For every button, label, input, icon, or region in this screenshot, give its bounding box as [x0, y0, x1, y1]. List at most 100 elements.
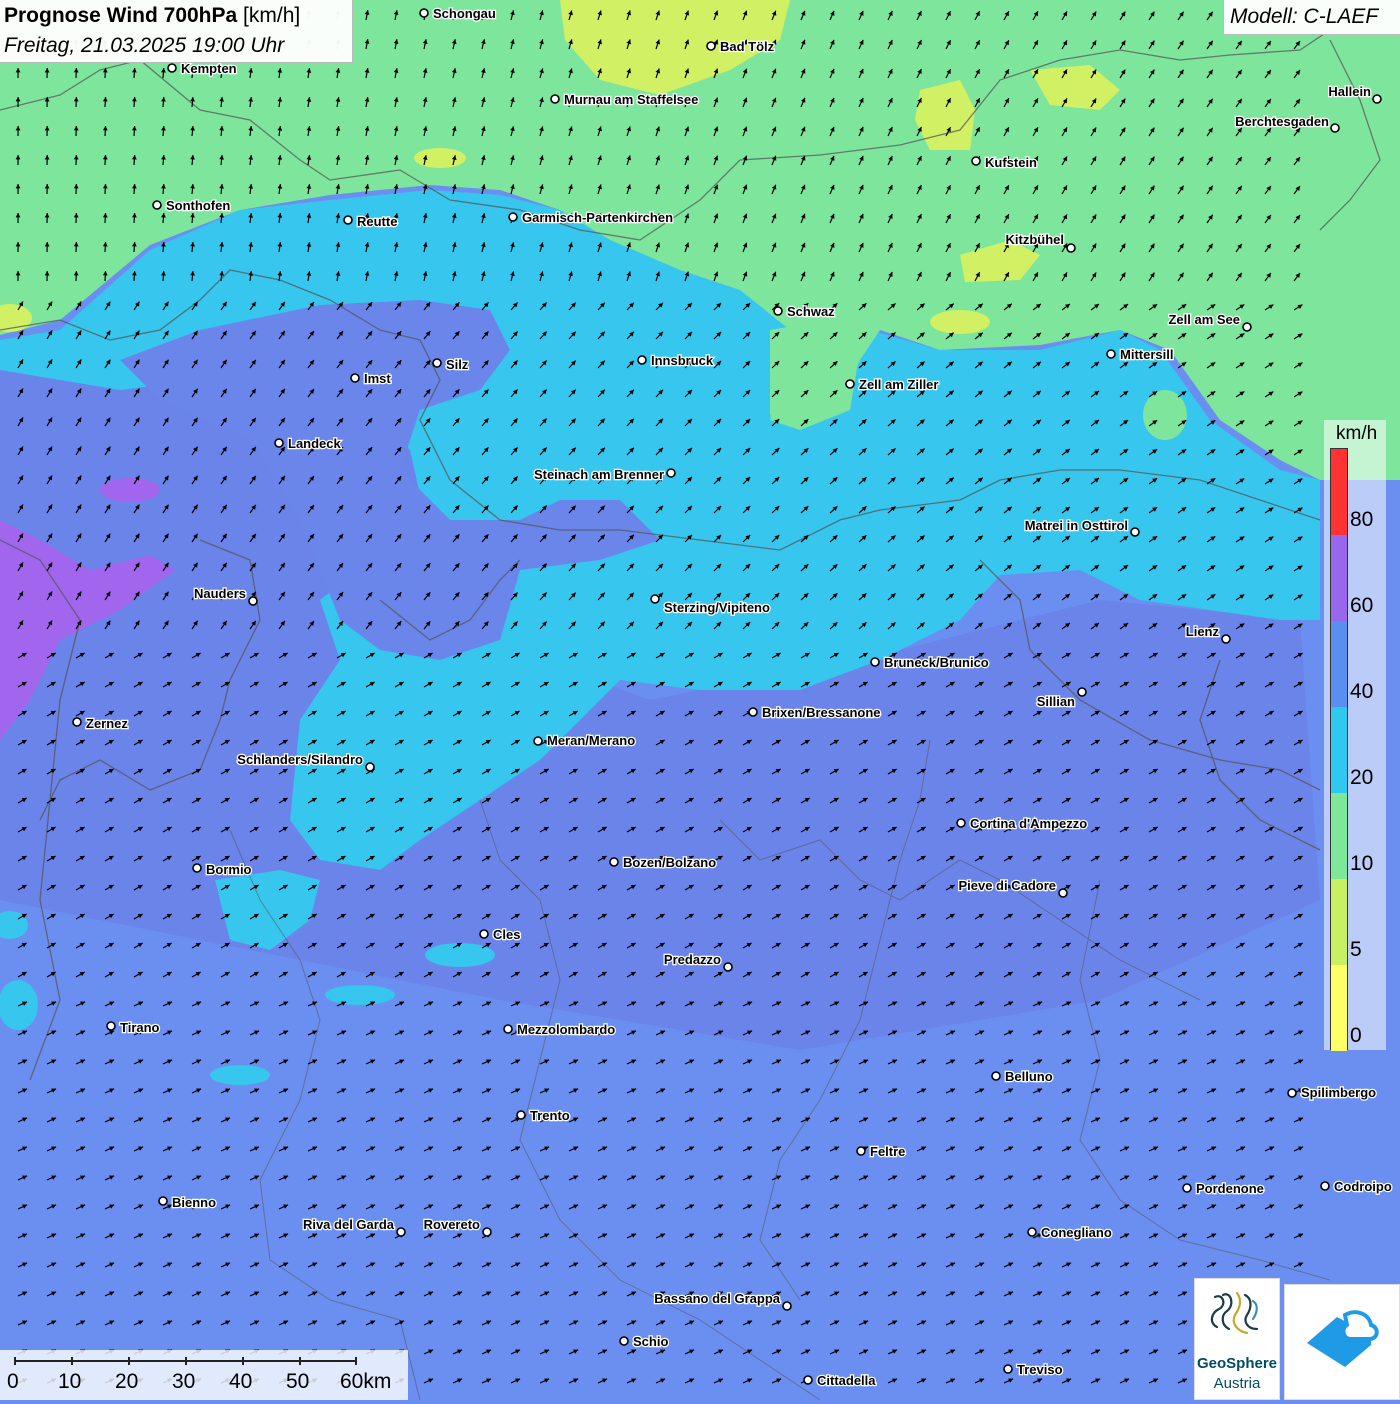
city-dot [534, 737, 542, 745]
city-dot [992, 1072, 1000, 1080]
city-label: Pieve di Cadore [958, 878, 1056, 893]
legend-tick-60: 60 [1350, 594, 1373, 618]
city-dot [1183, 1184, 1191, 1192]
city-label: Bormio [206, 862, 252, 877]
city-label: Bad Tölz [720, 39, 775, 54]
geosphere-austria-logo[interactable]: GeoSphere Austria [1194, 1278, 1280, 1400]
legend-tick-0: 0 [1350, 1024, 1362, 1048]
city-label: Zell am See [1168, 312, 1240, 327]
city-label: Murnau am Staffelsee [564, 92, 698, 107]
model-label: Modell: C-LAEF [1230, 5, 1378, 29]
city-label: Bassano del Grappa [654, 1291, 780, 1306]
weather-app-logo[interactable] [1284, 1284, 1400, 1400]
city-dot [1222, 635, 1230, 643]
city-label: Garmisch-Partenkirchen [522, 210, 673, 225]
city-dot [193, 864, 201, 872]
city-label: Reutte [357, 214, 397, 229]
scale-label-30: 30 [172, 1370, 195, 1394]
city-dot [1078, 688, 1086, 696]
scale-tick [128, 1357, 130, 1365]
city-label: Treviso [1017, 1362, 1063, 1377]
city-dot [517, 1111, 525, 1119]
city-dot [397, 1228, 405, 1236]
city-dot [1004, 1365, 1012, 1373]
city-label: Bozen/Bolzano [623, 855, 716, 870]
city-dot [1373, 95, 1381, 103]
city-label: Cortina d'Ampezzo [970, 816, 1087, 831]
city-dot [846, 380, 854, 388]
legend-unit: km/h [1336, 423, 1377, 445]
city-dot [107, 1022, 115, 1030]
scale-tick [71, 1357, 73, 1365]
city-label: Landeck [288, 436, 342, 451]
city-label: Zernez [86, 716, 128, 731]
city-dot [1107, 350, 1115, 358]
scale-bar: 0 10 20 30 40 50 60km [0, 1350, 408, 1400]
city-label: Schio [633, 1334, 668, 1349]
city-dot [774, 307, 782, 315]
forecast-datetime: Freitag, 21.03.2025 19:00 Uhr [4, 34, 284, 58]
city-dot [957, 819, 965, 827]
city-label: Brixen/Bressanone [762, 705, 881, 720]
city-label: Spilimbergo [1301, 1085, 1376, 1100]
city-label: Imst [364, 371, 391, 386]
city-dot [509, 213, 517, 221]
city-dot [249, 597, 257, 605]
city-label: Nauders [194, 586, 246, 601]
model-label-box: Modell: C-LAEF [1223, 0, 1400, 35]
wind-band-5-10-e [930, 310, 990, 334]
city-dot [638, 356, 646, 364]
legend-segment-10-20 [1331, 793, 1347, 879]
color-legend: km/h 80 60 40 20 10 5 0 [1324, 420, 1386, 1050]
city-label: Schongau [433, 6, 496, 21]
city-label: Sterzing/Vipiteno [664, 600, 770, 615]
city-dot [1131, 528, 1139, 536]
city-label: Bruneck/Brunico [884, 655, 989, 670]
map-title: Prognose Wind 700hPa [km/h] [4, 4, 300, 28]
city-dot [504, 1025, 512, 1033]
scale-label-10: 10 [58, 1370, 81, 1394]
city-label: Lienz [1186, 624, 1220, 639]
city-dot [1067, 244, 1075, 252]
city-label: Berchtesgaden [1235, 114, 1329, 129]
legend-segment-60-80 [1331, 535, 1347, 621]
city-label: Pordenone [1196, 1181, 1264, 1196]
legend-tick-40: 40 [1350, 680, 1373, 704]
city-dot [433, 359, 441, 367]
city-dot [871, 658, 879, 666]
city-dot [651, 595, 659, 603]
city-dot [275, 439, 283, 447]
legend-tick-10: 10 [1350, 852, 1373, 876]
wind-band-20-40-south-e [210, 1065, 270, 1085]
scale-tick [14, 1357, 16, 1365]
city-label: Hallein [1328, 84, 1371, 99]
geosphere-emblem-icon [1195, 1279, 1279, 1355]
city-label: Meran/Merano [547, 733, 635, 748]
city-dot [73, 718, 81, 726]
city-label: Riva del Garda [303, 1217, 395, 1232]
city-dot [1028, 1228, 1036, 1236]
geosphere-logo-sub: Austria [1195, 1375, 1279, 1392]
city-dot [667, 469, 675, 477]
city-dot [480, 930, 488, 938]
city-dot [551, 95, 559, 103]
legend-segment-0-5 [1331, 965, 1347, 1051]
scale-tick [185, 1357, 187, 1365]
city-label: Trento [530, 1108, 570, 1123]
scale-label-20: 20 [115, 1370, 138, 1394]
city-label: Kufstein [985, 155, 1037, 170]
city-dot [610, 858, 618, 866]
city-label: Mezzolombardo [517, 1022, 615, 1037]
scale-label-0: 0 [7, 1370, 19, 1394]
city-label: Rovereto [424, 1217, 480, 1232]
city-label: Tirano [120, 1020, 160, 1035]
city-dot [1059, 889, 1067, 897]
city-dot [344, 216, 352, 224]
city-dot [153, 201, 161, 209]
map-title-box: Prognose Wind 700hPa [km/h] Freitag, 21.… [0, 0, 353, 63]
scale-label-40: 40 [229, 1370, 252, 1394]
scale-label-50: 50 [286, 1370, 309, 1394]
city-label: Zell am Ziller [859, 377, 938, 392]
city-dot [749, 708, 757, 716]
map-title-main: Prognose Wind 700hPa [4, 4, 237, 27]
